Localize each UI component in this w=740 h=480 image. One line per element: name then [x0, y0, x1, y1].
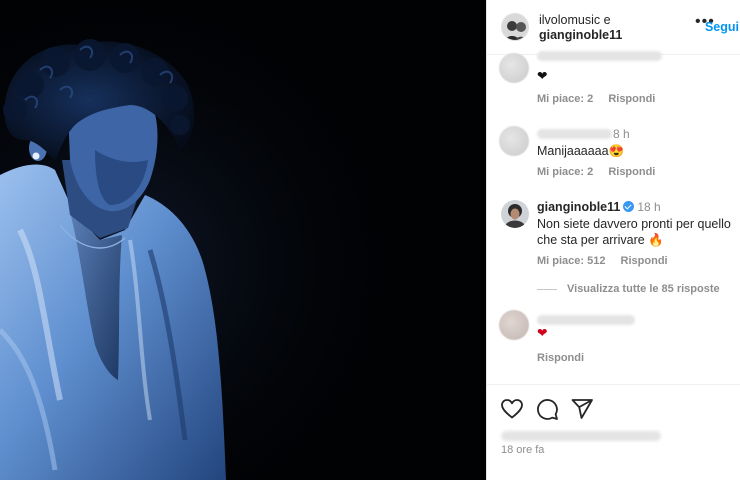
post-sidebar: ilvolomusic e gianginoble11 ••• Segui ❤ …: [486, 0, 740, 480]
man-in-white-shirt-illustration: [0, 0, 486, 480]
comment-text: Non siete davvero pronti per quello che …: [537, 217, 731, 247]
commenter-avatar-blurred[interactable]: [499, 310, 529, 340]
comment-icon[interactable]: [535, 397, 559, 421]
comment-author[interactable]: gianginoble11: [537, 200, 620, 214]
comment-meta: Rispondi: [537, 352, 596, 364]
author-comment-header: gianginoble11 18 h: [537, 200, 661, 214]
reply-button[interactable]: Rispondi: [537, 352, 584, 364]
comment-time: 18 h: [637, 200, 661, 214]
reply-button[interactable]: Rispondi: [621, 255, 668, 267]
follow-button[interactable]: Segui: [705, 20, 739, 34]
post-header: ilvolomusic e gianginoble11 ••• Segui: [487, 0, 740, 55]
post-authors[interactable]: ilvolomusic e gianginoble11: [539, 13, 622, 43]
comment-meta: Mi piace: 512 Rispondi: [537, 255, 680, 267]
commenter-name-blurred: [537, 51, 662, 61]
post-photo: [0, 0, 486, 480]
author-line-1[interactable]: ilvolomusic e: [539, 13, 622, 28]
verified-badge-icon: [623, 201, 635, 212]
comment-meta: Mi piace: 2 Rispondi: [537, 166, 667, 178]
post-timestamp: 18 ore fa: [501, 444, 545, 456]
view-replies-button[interactable]: Visualizza tutte le 85 risposte: [537, 283, 720, 295]
author-line-2[interactable]: gianginoble11: [539, 28, 622, 43]
commenter-avatar-blurred[interactable]: [499, 126, 529, 156]
comment-meta: Mi piace: 2 Rispondi: [537, 93, 667, 105]
comment-text: ❤: [537, 69, 548, 83]
comment-likes[interactable]: Mi piace: 2: [537, 93, 593, 105]
comment-1: ❤ Mi piace: 2 Rispondi: [487, 51, 740, 110]
comment-likes[interactable]: Mi piace: 512: [537, 255, 605, 267]
author-avatar[interactable]: [501, 13, 529, 41]
comment-4: ❤ Rispondi: [487, 310, 740, 370]
author-comment-avatar[interactable]: [501, 200, 529, 228]
post-actions: 18 ore fa: [487, 384, 740, 480]
share-icon[interactable]: [570, 397, 594, 421]
commenter-name-blurred: [537, 129, 612, 139]
comment-text: Manijaaaaaa😍: [537, 144, 625, 158]
comment-likes[interactable]: Mi piace: 2: [537, 166, 593, 178]
heart-icon[interactable]: [500, 397, 524, 421]
commenter-avatar-blurred[interactable]: [499, 53, 529, 83]
reply-button[interactable]: Rispondi: [608, 166, 655, 178]
comment-text: ❤: [537, 326, 548, 340]
comment-time: 8 h: [613, 127, 630, 141]
commenter-name-blurred: [537, 315, 635, 325]
likes-count-blurred[interactable]: [501, 431, 661, 441]
comment-2: 8 h Manijaaaaaa😍 Mi piace: 2 Rispondi: [487, 126, 740, 186]
reply-button[interactable]: Rispondi: [608, 93, 655, 105]
